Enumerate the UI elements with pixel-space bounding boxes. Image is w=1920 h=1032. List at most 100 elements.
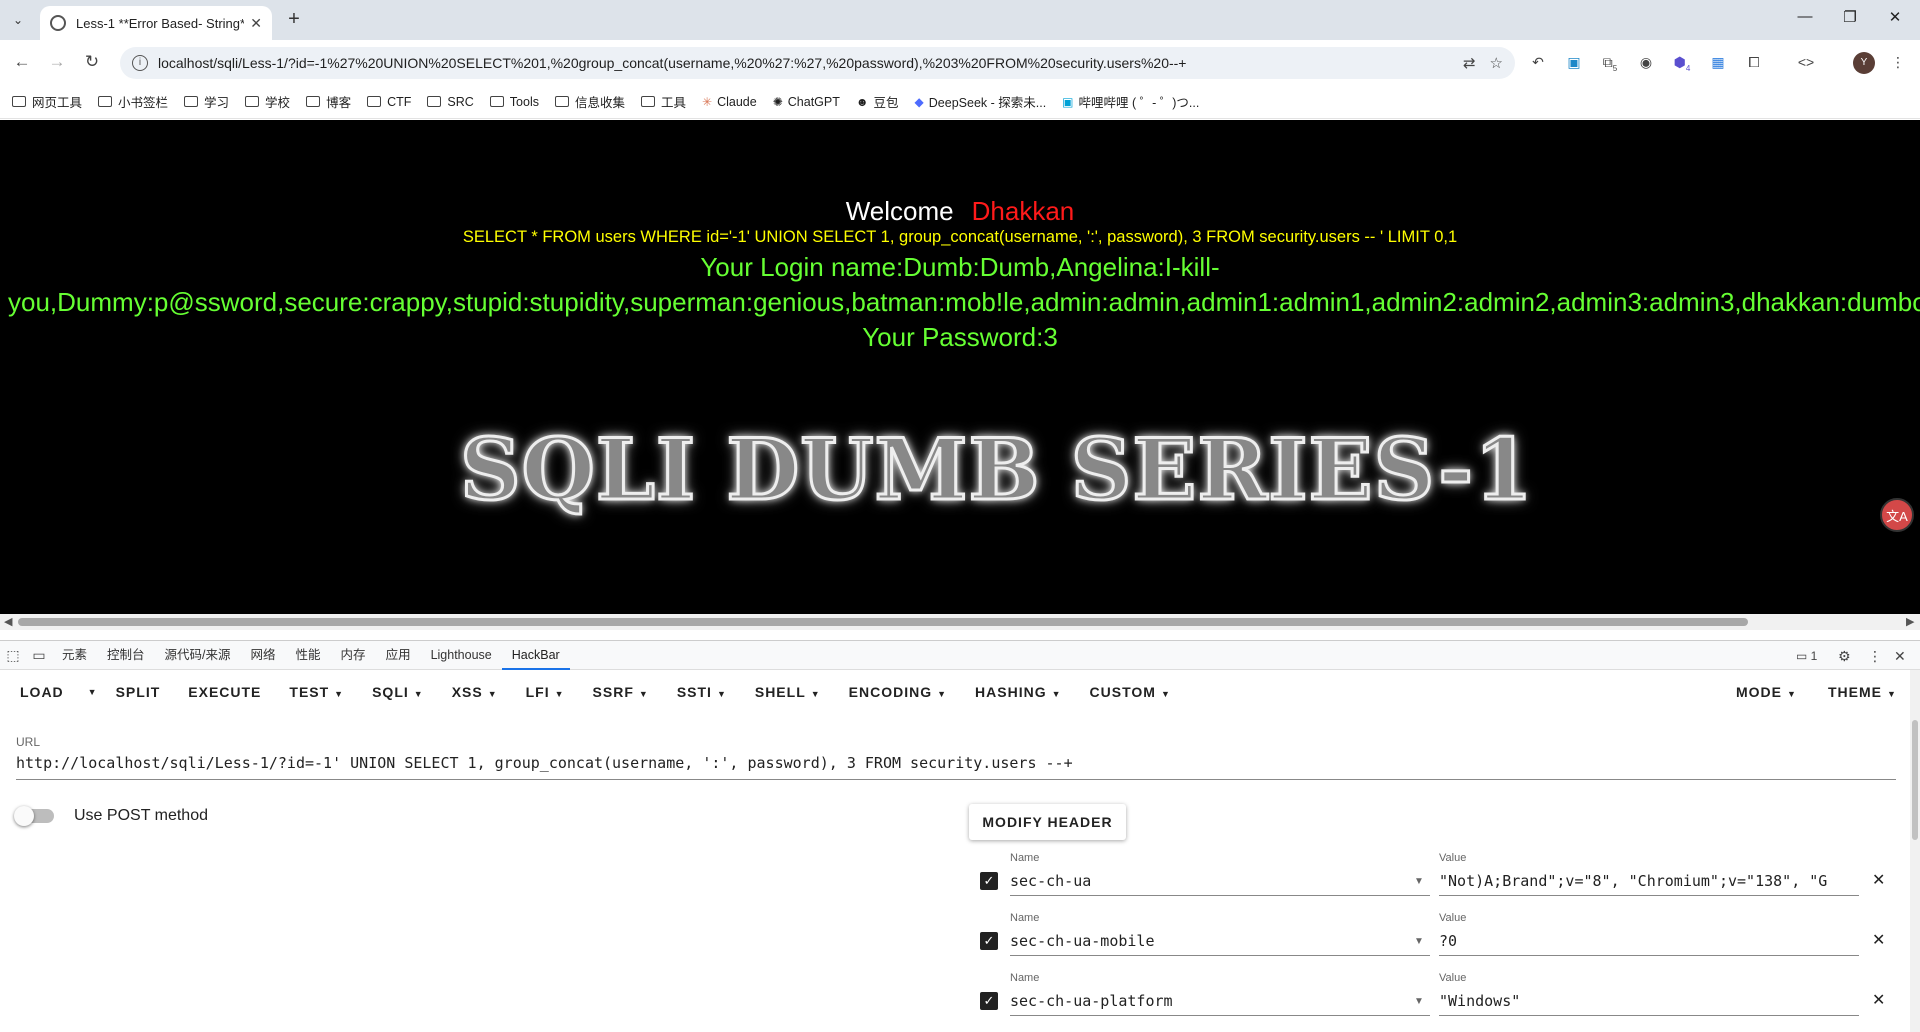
devtools-settings-icon[interactable]: ⚙: [1838, 641, 1851, 671]
xss-menu[interactable]: XSS ▼: [438, 684, 512, 700]
remove-header-icon[interactable]: ✕: [1872, 930, 1885, 950]
address-url[interactable]: localhost/sqli/Less-1/?id=-1%27%20UNION%…: [158, 55, 1449, 71]
bookmark-chatgpt[interactable]: ✺ ChatGPT: [773, 95, 840, 109]
devtools-tab[interactable]: 源代码/来源: [155, 640, 241, 670]
tab-search-icon[interactable]: ⌄: [6, 8, 30, 32]
minimize-icon[interactable]: —: [1785, 8, 1825, 25]
header-checkbox[interactable]: ✓: [980, 992, 998, 1010]
inspect-element-icon[interactable]: ⬚: [0, 647, 26, 664]
scroll-left-icon[interactable]: ◀: [4, 615, 12, 628]
restore-icon[interactable]: ❐: [1830, 8, 1870, 26]
ssti-menu[interactable]: SSTI ▼: [663, 684, 741, 700]
devtools-tab[interactable]: 网络: [241, 640, 286, 670]
remove-header-icon[interactable]: ✕: [1872, 990, 1885, 1010]
devtools-tab[interactable]: 元素: [52, 640, 97, 670]
execute-button[interactable]: EXECUTE: [174, 684, 275, 700]
welcome-text: Welcome: [845, 196, 954, 226]
dropdown-arrow-icon[interactable]: ▼: [1414, 996, 1424, 1007]
encoding-menu[interactable]: ENCODING ▼: [835, 684, 961, 700]
save-icon[interactable]: ▣: [1564, 52, 1584, 72]
scrollbar-thumb[interactable]: [18, 618, 1748, 626]
header-value-input[interactable]: ?0: [1439, 928, 1859, 956]
tab-active[interactable]: Less-1 **Error Based- String** ✕: [40, 6, 272, 40]
load-button[interactable]: LOAD: [0, 684, 84, 700]
devtools-tab[interactable]: 应用: [376, 640, 421, 670]
devtools-tab[interactable]: 性能: [286, 640, 331, 670]
post-method-toggle[interactable]: Use POST method: [14, 806, 208, 826]
bookmark-bilibili[interactable]: ▣ 哔哩哔哩 ( ゜- ゜)つ...: [1062, 92, 1199, 111]
grid-app-icon[interactable]: ▦: [1708, 52, 1728, 72]
devtools-tab[interactable]: 控制台: [97, 640, 155, 670]
url-input[interactable]: http://localhost/sqli/Less-1/?id=-1' UNI…: [16, 754, 1896, 780]
devtools-menu-icon[interactable]: ⋮: [1868, 641, 1882, 671]
extensions-puzzle-icon[interactable]: ⧠: [1744, 52, 1764, 72]
header-value-input[interactable]: "Windows": [1439, 988, 1859, 1016]
bookmark-folder[interactable]: 小书签栏: [98, 92, 168, 111]
remove-header-icon[interactable]: ✕: [1872, 870, 1885, 890]
reload-icon[interactable]: ↻: [80, 51, 104, 75]
profile-avatar[interactable]: Y: [1853, 52, 1875, 74]
folder-icon: [12, 96, 26, 107]
custom-menu[interactable]: CUSTOM ▼: [1076, 684, 1185, 700]
translate-fab-icon[interactable]: 文A: [1880, 498, 1914, 532]
header-checkbox[interactable]: ✓: [980, 872, 998, 890]
post-switch[interactable]: [14, 806, 54, 826]
menu-kebab-icon[interactable]: ⋮: [1888, 52, 1908, 72]
horizontal-scrollbar[interactable]: ◀ ▶: [0, 614, 1920, 630]
header-value-input[interactable]: "Not)A;Brand";v="8", "Chromium";v="138",…: [1439, 868, 1859, 896]
dropdown-arrow-icon[interactable]: ▼: [1414, 876, 1424, 887]
bookmark-folder[interactable]: Tools: [489, 95, 539, 109]
lfi-menu[interactable]: LFI ▼: [512, 684, 579, 700]
shell-menu[interactable]: SHELL ▼: [741, 684, 835, 700]
split-button[interactable]: SPLIT: [102, 684, 175, 700]
dropdown-arrow-icon[interactable]: ▼: [1414, 936, 1424, 947]
extension-purple-icon[interactable]: ⬢4: [1672, 52, 1692, 73]
site-info-icon[interactable]: i: [132, 55, 148, 71]
header-name-input[interactable]: sec-ch-ua-mobile: [1010, 928, 1430, 956]
bookmark-folder[interactable]: 网页工具: [12, 92, 82, 111]
bookmark-folder[interactable]: 学习: [184, 92, 229, 111]
ssrf-menu[interactable]: SSRF ▼: [579, 684, 663, 700]
hashing-menu[interactable]: HASHING ▼: [961, 684, 1075, 700]
bookmark-folder[interactable]: 学校: [245, 92, 290, 111]
issues-badge[interactable]: ▭ 1: [1796, 641, 1817, 671]
mode-menu[interactable]: MODE ▼: [1722, 684, 1811, 700]
devtools-tab-hackbar[interactable]: HackBar: [501, 640, 570, 670]
devtools-tab[interactable]: Lighthouse: [421, 640, 502, 670]
bookmark-star-icon[interactable]: ☆: [1490, 54, 1503, 72]
hackbar-vertical-scrollbar[interactable]: [1910, 670, 1920, 1032]
translate-icon[interactable]: ⇄: [1463, 54, 1476, 72]
history-sync-icon[interactable]: ↶: [1528, 52, 1548, 72]
bookmark-folder[interactable]: 信息收集: [554, 92, 625, 111]
header-checkbox[interactable]: ✓: [980, 932, 998, 950]
tab-close-icon[interactable]: ✕: [250, 15, 262, 32]
device-toolbar-icon[interactable]: ▭: [26, 647, 52, 664]
devtools-close-icon[interactable]: ✕: [1894, 641, 1906, 671]
bookmark-folder[interactable]: CTF: [367, 95, 411, 109]
scrollbar-thumb[interactable]: [1912, 720, 1918, 840]
new-tab-button[interactable]: +: [282, 8, 306, 32]
header-name-input[interactable]: sec-ch-ua: [1010, 868, 1430, 896]
bookmark-deepseek[interactable]: ◆ DeepSeek - 探索未...: [915, 92, 1047, 111]
caret-down-icon: ▼: [487, 689, 498, 699]
scroll-right-icon[interactable]: ▶: [1906, 615, 1914, 628]
load-dropdown-icon[interactable]: ▼: [84, 687, 102, 697]
theme-menu[interactable]: THEME ▼: [1814, 684, 1911, 700]
modify-header-button[interactable]: MODIFY HEADER: [969, 804, 1126, 840]
bookmark-folder[interactable]: SRC: [427, 95, 474, 109]
extension-badge-icon[interactable]: ⧉5: [1600, 52, 1620, 73]
header-name-input[interactable]: sec-ch-ua-platform: [1010, 988, 1430, 1016]
bookmark-claude[interactable]: ✳ Claude: [702, 95, 757, 109]
test-menu[interactable]: TEST ▼: [275, 684, 358, 700]
devtools-code-icon[interactable]: <>: [1796, 52, 1816, 72]
devtools-tab[interactable]: 内存: [331, 640, 376, 670]
bookmark-doubao[interactable]: ☻ 豆包: [856, 92, 899, 111]
sqli-menu[interactable]: SQLI ▼: [358, 684, 438, 700]
back-icon[interactable]: ←: [10, 51, 34, 75]
bookmark-folder[interactable]: 工具: [641, 92, 686, 111]
forward-icon[interactable]: →: [45, 51, 69, 75]
bookmark-folder[interactable]: 博客: [306, 92, 351, 111]
record-icon[interactable]: ◉: [1636, 52, 1656, 72]
window-close-icon[interactable]: ✕: [1875, 8, 1915, 26]
address-bar[interactable]: i localhost/sqli/Less-1/?id=-1%27%20UNIO…: [120, 47, 1515, 79]
